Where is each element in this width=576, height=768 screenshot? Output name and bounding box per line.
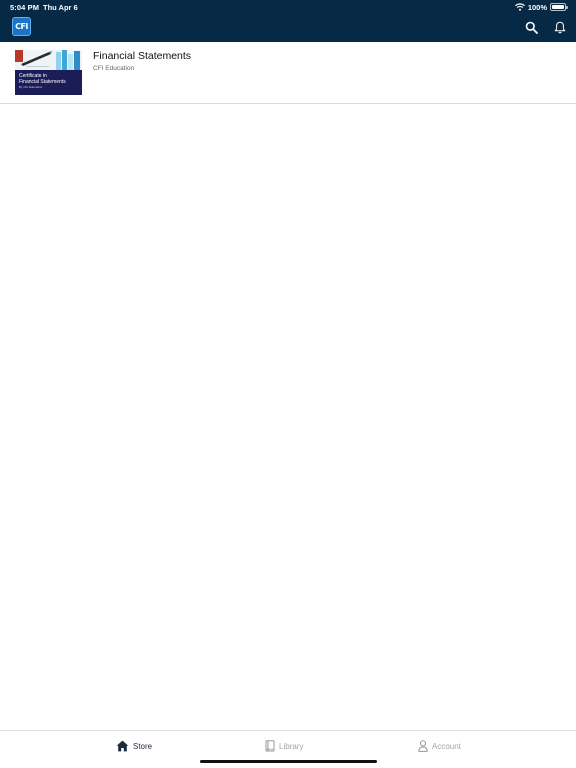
battery-percentage: 100% <box>527 2 547 12</box>
thumbnail-line-3: By CFI Education <box>19 85 43 89</box>
wifi-icon <box>514 3 525 11</box>
tab-library-label: Library <box>279 741 304 751</box>
tab-library[interactable]: Library <box>265 739 303 753</box>
bell-icon[interactable] <box>554 21 566 34</box>
thumbnail-photo <box>15 50 82 70</box>
person-icon <box>418 740 428 752</box>
home-icon <box>116 740 129 752</box>
cfi-logo[interactable]: CFI <box>12 17 31 36</box>
course-thumbnail: Certificate in Financial Statements By C… <box>15 50 82 95</box>
book-icon <box>265 740 275 752</box>
search-icon[interactable] <box>525 21 538 34</box>
tab-store-label: Store <box>133 741 153 751</box>
status-time: 5:04 PM <box>10 3 40 12</box>
course-provider: CFI Education <box>93 65 135 72</box>
battery-icon <box>550 3 568 11</box>
app-header: 5:04 PM Thu Apr 6 100% CFI <box>0 0 576 42</box>
course-list-item[interactable]: Certificate in Financial Statements By C… <box>0 42 576 104</box>
status-date: Thu Apr 6 <box>43 3 78 12</box>
status-indicators: 100% <box>514 2 568 12</box>
home-indicator[interactable] <box>200 760 377 763</box>
tab-account-label: Account <box>432 741 461 751</box>
thumbnail-caption: Certificate in Financial Statements By C… <box>15 70 82 95</box>
course-title: Financial Statements <box>93 50 192 62</box>
tab-store[interactable]: Store <box>116 739 152 753</box>
logo-text: CFI <box>15 21 28 31</box>
tab-account[interactable]: Account <box>418 739 461 753</box>
